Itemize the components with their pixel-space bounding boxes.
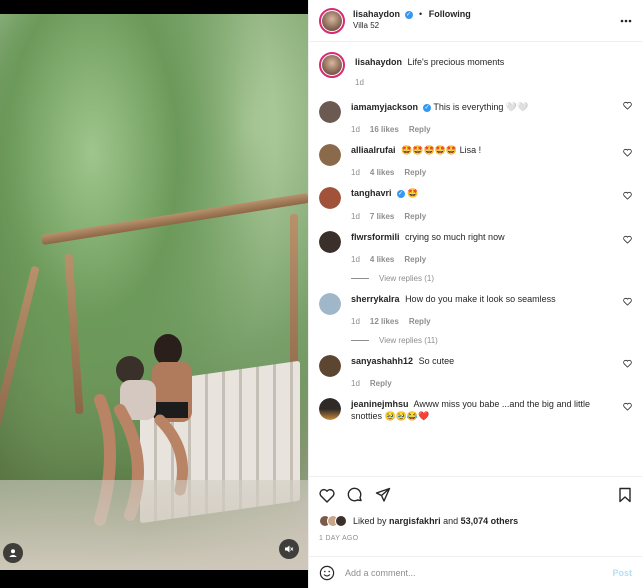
comment-text: This is everything 🤍🤍 bbox=[433, 102, 529, 113]
comment-username[interactable]: tanghavri bbox=[351, 188, 392, 198]
comment-likes[interactable]: 12 likes bbox=[370, 317, 399, 326]
reply-button[interactable]: Reply bbox=[404, 168, 426, 177]
likes-summary: Liked by nargisfakhri and 53,074 others bbox=[319, 515, 632, 527]
comment-likes[interactable]: 4 likes bbox=[370, 255, 394, 264]
comment-row: tanghavri ✓ 🤩 1d 7 likes Reply bbox=[319, 177, 632, 221]
liked-by-and: and bbox=[443, 516, 459, 526]
view-replies-button[interactable]: View replies (1) bbox=[351, 274, 632, 283]
comment-avatar[interactable] bbox=[319, 144, 341, 167]
like-comment-heart-icon[interactable] bbox=[623, 148, 632, 157]
comment-age: 1d bbox=[351, 316, 360, 326]
speaker-muted-icon bbox=[285, 545, 294, 553]
comment-text: How do you make it look so seamless bbox=[405, 293, 556, 304]
user-icon bbox=[9, 549, 17, 557]
comment-row: flwrsformili crying so much right now 1d… bbox=[319, 221, 632, 264]
post-video[interactable] bbox=[0, 14, 308, 570]
comment-likes[interactable]: 16 likes bbox=[370, 125, 399, 134]
comments-list[interactable]: lisahaydon Life's precious moments 1d ia… bbox=[309, 43, 642, 475]
post-location[interactable]: Villa 52 bbox=[353, 21, 471, 31]
view-replies-label: View replies (11) bbox=[379, 335, 438, 345]
comment-bubble-icon[interactable] bbox=[347, 487, 363, 503]
replies-line bbox=[351, 339, 369, 341]
caption-text: Life's precious moments bbox=[407, 57, 505, 67]
comment-text: 🤩🤩🤩🤩🤩 Lisa ! bbox=[401, 145, 482, 156]
liked-by-user[interactable]: nargisfakhri bbox=[389, 516, 441, 526]
more-options-icon[interactable] bbox=[620, 19, 632, 23]
comment-input[interactable]: Add a comment... bbox=[345, 568, 612, 578]
post-actions: Liked by nargisfakhri and 53,074 others … bbox=[309, 476, 642, 542]
share-paper-plane-icon[interactable] bbox=[375, 487, 391, 503]
post-date: 1 DAY AGO bbox=[319, 535, 359, 542]
comment-likes[interactable]: 7 likes bbox=[370, 212, 394, 221]
comment-avatar[interactable] bbox=[319, 101, 341, 124]
swing-frame-top bbox=[40, 192, 308, 246]
verified-badge-icon: ✓ bbox=[396, 190, 405, 199]
comment-age: 1d bbox=[351, 254, 360, 264]
emoji-icon[interactable] bbox=[319, 565, 335, 581]
comment-avatar[interactable] bbox=[319, 230, 341, 253]
tagged-users-button[interactable] bbox=[3, 543, 23, 563]
reply-button[interactable]: Reply bbox=[409, 125, 431, 134]
post-media[interactable] bbox=[0, 0, 308, 588]
like-comment-heart-icon[interactable] bbox=[623, 297, 632, 306]
comment-age: 1d bbox=[351, 125, 360, 135]
swing-frame-left bbox=[0, 265, 40, 443]
post-comment-button[interactable]: Post bbox=[612, 568, 632, 578]
author-username[interactable]: lisahaydon bbox=[353, 9, 400, 19]
comment-username[interactable]: jeaninejmhsu bbox=[351, 399, 409, 409]
like-comment-heart-icon[interactable] bbox=[623, 402, 632, 411]
caption-avatar[interactable] bbox=[319, 52, 345, 78]
comment-avatar[interactable] bbox=[319, 187, 341, 210]
comment-age: 1d bbox=[351, 211, 360, 221]
comment-username[interactable]: iamamyjackson bbox=[351, 102, 418, 112]
comment-row: iamamyjackson ✓ This is everything 🤍🤍 1d … bbox=[319, 87, 632, 134]
comment-row: jeaninejmhsu Awww miss you babe ...and t… bbox=[319, 388, 632, 422]
separator-dot: • bbox=[419, 9, 423, 20]
like-comment-heart-icon[interactable] bbox=[623, 191, 632, 201]
comment-avatar[interactable] bbox=[319, 292, 341, 315]
like-heart-icon[interactable] bbox=[319, 488, 335, 503]
comment-row: sanyashahh12 So cutee 1d Reply bbox=[319, 345, 632, 388]
comment-text: crying so much right now bbox=[405, 231, 505, 242]
comment-age: 1d bbox=[351, 168, 360, 178]
ground bbox=[0, 480, 308, 570]
reply-button[interactable]: Reply bbox=[404, 255, 426, 264]
replies-line bbox=[351, 277, 369, 279]
caption-row: lisahaydon Life's precious moments 1d bbox=[319, 43, 632, 87]
view-replies-label: View replies (1) bbox=[379, 273, 434, 283]
comment-text: 🤩 bbox=[407, 188, 419, 199]
comment-text: So cutee bbox=[418, 355, 455, 366]
post-side-panel: lisahaydon ✓ • Following Villa 52 lisaha… bbox=[308, 0, 642, 588]
caption-age: 1d bbox=[355, 78, 364, 88]
liked-by-prefix: Liked by bbox=[353, 516, 387, 526]
verified-badge-icon: ✓ bbox=[404, 11, 413, 20]
view-replies-button[interactable]: View replies (11) bbox=[351, 336, 632, 345]
comment-username[interactable]: flwrsformili bbox=[351, 232, 400, 242]
like-comment-heart-icon[interactable] bbox=[623, 359, 632, 368]
comment-likes[interactable]: 4 likes bbox=[370, 168, 394, 177]
comment-username[interactable]: alliaalrufai bbox=[351, 145, 396, 155]
like-comment-heart-icon[interactable] bbox=[623, 235, 632, 244]
like-comment-heart-icon[interactable] bbox=[623, 101, 632, 110]
reply-button[interactable]: Reply bbox=[370, 379, 392, 388]
author-avatar[interactable] bbox=[319, 7, 345, 34]
comment-age: 1d bbox=[351, 378, 360, 388]
comment-row: sherrykalra How do you make it look so s… bbox=[319, 283, 632, 326]
comment-username[interactable]: sherrykalra bbox=[351, 294, 400, 304]
verified-badge-icon: ✓ bbox=[423, 103, 432, 112]
reply-button[interactable]: Reply bbox=[409, 317, 431, 326]
liker-avatars[interactable] bbox=[319, 515, 347, 527]
post-header: lisahaydon ✓ • Following Villa 52 bbox=[309, 0, 642, 42]
comment-username[interactable]: sanyashahh12 bbox=[351, 356, 413, 366]
caption-username[interactable]: lisahaydon bbox=[355, 57, 402, 67]
following-button[interactable]: Following bbox=[429, 9, 471, 19]
comment-row: alliaalrufai 🤩🤩🤩🤩🤩 Lisa ! 1d 4 likes Rep… bbox=[319, 134, 632, 177]
mute-button[interactable] bbox=[279, 539, 299, 559]
comment-avatar[interactable] bbox=[319, 397, 341, 420]
reply-button[interactable]: Reply bbox=[404, 212, 426, 221]
bookmark-icon[interactable] bbox=[618, 487, 632, 503]
likes-count-button[interactable]: 53,074 others bbox=[461, 516, 519, 526]
add-comment-bar: Add a comment... Post bbox=[309, 556, 642, 588]
comment-avatar[interactable] bbox=[319, 354, 341, 377]
